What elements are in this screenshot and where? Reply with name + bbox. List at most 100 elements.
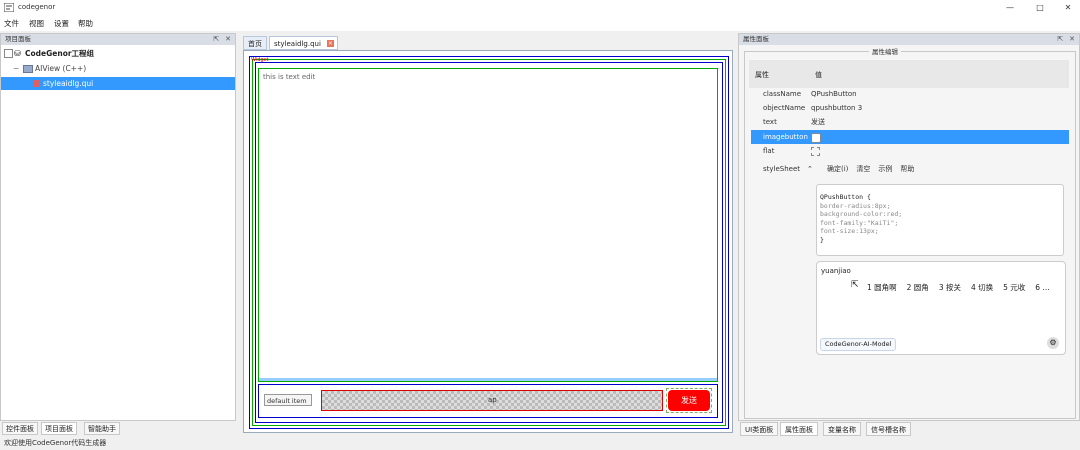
prop-value: QPushButton <box>811 90 857 98</box>
close-button[interactable]: ✕ <box>1058 2 1078 14</box>
tab-project-panel[interactable]: 项目面板 <box>41 422 77 435</box>
property-value-header: 值 <box>815 71 822 79</box>
combo-box[interactable]: default item <box>264 394 312 406</box>
code-line: QPushButton { <box>820 193 871 201</box>
ai-suggestion[interactable]: 5 元收 <box>1003 283 1025 292</box>
imagebutton-checkbox[interactable] <box>811 133 821 143</box>
property-header: 属性 值 <box>749 60 1069 88</box>
stylesheet-example-button[interactable]: 示例 <box>878 165 892 173</box>
prop-key: imagebutton <box>763 133 808 141</box>
float-icon[interactable]: ⇱ <box>213 35 219 43</box>
tab-home[interactable]: 首页 <box>243 36 267 50</box>
left-bottom-tabs: 控件面板 项目面板 智能助手 <box>0 422 236 435</box>
property-group-title: 属性编辑 <box>869 46 901 56</box>
app-icon <box>3 2 15 13</box>
tab-signal-slot-names[interactable]: 信号槽名称 <box>866 422 911 436</box>
code-line: background-color:red; <box>820 210 903 218</box>
ai-model-select[interactable]: CodeGenor-AI-Model <box>820 338 897 351</box>
tree-root[interactable]: ⛁ CodeGenor工程组 <box>1 47 235 60</box>
tab-ui-file-label: styleaidlg.qui <box>274 40 321 48</box>
ai-suggestion[interactable]: 6 ... <box>1035 283 1049 292</box>
property-panel-header: 属性面板 ⇱ ✕ <box>739 34 1079 45</box>
prop-row-classname[interactable]: className QPushButton <box>751 87 1069 101</box>
prop-key: flat <box>763 147 775 155</box>
stylesheet-clear-button[interactable]: 清空 <box>856 165 870 173</box>
right-bottom-tabs: UI类面板 属性面板 变量名称 信号槽名称 <box>740 422 1080 436</box>
checkbox-icon[interactable] <box>4 49 13 58</box>
menu-view[interactable]: 视图 <box>26 18 47 29</box>
tab-variable-names[interactable]: 变量名称 <box>823 422 861 436</box>
project-panel-title: 项目面板 <box>5 35 31 43</box>
stylesheet-editor[interactable]: QPushButton { border-radius:8px; backgro… <box>816 184 1064 256</box>
ai-settings-icon[interactable]: ⚙ <box>1047 337 1059 349</box>
close-icon[interactable]: ✕ <box>225 35 231 43</box>
text-edit-scrollbar[interactable] <box>259 378 717 381</box>
stylesheet-help-button[interactable]: 帮助 <box>900 165 914 173</box>
property-panel: 属性面板 ⇱ ✕ 属性编辑 属性 值 className QPushButton … <box>738 33 1080 421</box>
prop-row-stylesheet[interactable]: styleSheet ⌃ 确定(i) 清空 示例 帮助 <box>751 162 1069 176</box>
prop-row-objectname[interactable]: objectName qpushbutton 3 <box>751 101 1069 115</box>
maximize-button[interactable]: □ <box>1030 2 1050 14</box>
tab-widget-panel[interactable]: 控件面板 <box>2 422 38 435</box>
prop-value: qpushbutton 3 <box>811 104 863 112</box>
prop-key: objectName <box>763 104 806 112</box>
prop-row-text[interactable]: text 发送 <box>751 115 1069 129</box>
window-title: codegenor <box>18 3 56 11</box>
ai-suggestion-list: 1 圆角啊 2 圆角 3 按关 4 切换 5 元收 6 ... <box>867 282 1077 293</box>
property-key-header: 属性 <box>755 71 769 79</box>
ai-suggestion[interactable]: 2 圆角 <box>907 283 929 292</box>
prop-key: styleSheet <box>763 165 801 173</box>
line-edit[interactable]: ap <box>321 390 663 411</box>
ai-suggestion[interactable]: 3 按关 <box>939 283 961 292</box>
folder-icon <box>23 65 33 73</box>
cursor-icon: ⇱ <box>851 280 859 290</box>
prop-row-flat[interactable]: flat <box>751 144 1069 158</box>
tab-ui-file[interactable]: styleaidlg.qui × <box>269 36 338 50</box>
editor-tabs: 首页 styleaidlg.qui × <box>243 36 733 50</box>
tree-item-selected[interactable]: styleaidlg.qui <box>1 77 235 90</box>
tree-child[interactable]: − AIView (C++) <box>1 62 235 75</box>
tab-assistant[interactable]: 智能助手 <box>84 422 120 435</box>
prop-row-imagebutton[interactable]: imagebutton <box>751 130 1069 144</box>
code-line: font-family:"KaiTi"; <box>820 218 899 227</box>
tab-property-panel[interactable]: 属性面板 <box>780 422 818 436</box>
menu-settings[interactable]: 设置 <box>51 18 72 29</box>
tree-root-label: CodeGenor工程组 <box>25 49 95 58</box>
close-tab-icon[interactable]: × <box>326 40 334 47</box>
text-edit[interactable]: this is text edit <box>258 68 718 382</box>
database-icon: ⛁ <box>14 49 21 58</box>
ai-suggestion[interactable]: 4 切换 <box>971 283 993 292</box>
project-panel-header: 项目面板 ⇱ ✕ <box>1 34 235 45</box>
stylesheet-ok-button[interactable]: 确定(i) <box>827 165 848 173</box>
tree-child-label: AIView (C++) <box>35 64 87 73</box>
tab-ui-class-panel[interactable]: UI类面板 <box>740 422 779 436</box>
property-panel-title: 属性面板 <box>743 35 769 43</box>
collapse-arrow-icon[interactable]: ⌃ <box>807 162 813 176</box>
ai-input-text[interactable]: yuanjiao <box>821 267 851 275</box>
collapse-icon[interactable]: − <box>13 62 19 75</box>
project-panel: 项目面板 ⇱ ✕ ⛁ CodeGenor工程组 − AIView (C++) st… <box>0 33 236 421</box>
menu-bar: 文件 视图 设置 帮助 <box>0 16 1080 31</box>
text-edit-content: this is text edit <box>263 73 316 81</box>
file-icon <box>33 80 39 87</box>
flat-checkbox[interactable] <box>811 147 820 156</box>
design-canvas[interactable]: Widget this is text edit default item ap… <box>243 50 733 433</box>
ai-assistant-box: yuanjiao ⇱ 1 圆角啊 2 圆角 3 按关 4 切换 5 元收 6 ... Co… <box>816 261 1066 355</box>
float-icon[interactable]: ⇱ <box>1057 35 1063 43</box>
line-edit-value: ap <box>488 396 497 404</box>
close-icon[interactable]: ✕ <box>1069 35 1075 43</box>
stylesheet-toolbar: 确定(i) 清空 示例 帮助 <box>827 162 922 176</box>
title-bar: codegenor — □ ✕ <box>0 0 1080 16</box>
code-line: border-radius:8px; <box>820 201 891 210</box>
tree-file-label: styleaidlg.qui <box>43 79 94 88</box>
prop-value: 发送 <box>811 118 825 126</box>
code-line: font-size:13px; <box>820 227 879 235</box>
prop-key: className <box>763 90 802 98</box>
status-bar: 欢迎使用CodeGenor代码生成器 <box>4 439 107 447</box>
menu-help[interactable]: 帮助 <box>75 18 96 29</box>
ai-suggestion[interactable]: 1 圆角啊 <box>867 283 897 292</box>
menu-file[interactable]: 文件 <box>1 18 22 29</box>
minimize-button[interactable]: — <box>1000 2 1020 14</box>
code-line: } <box>820 235 824 244</box>
send-button[interactable]: 发送 <box>668 390 710 411</box>
